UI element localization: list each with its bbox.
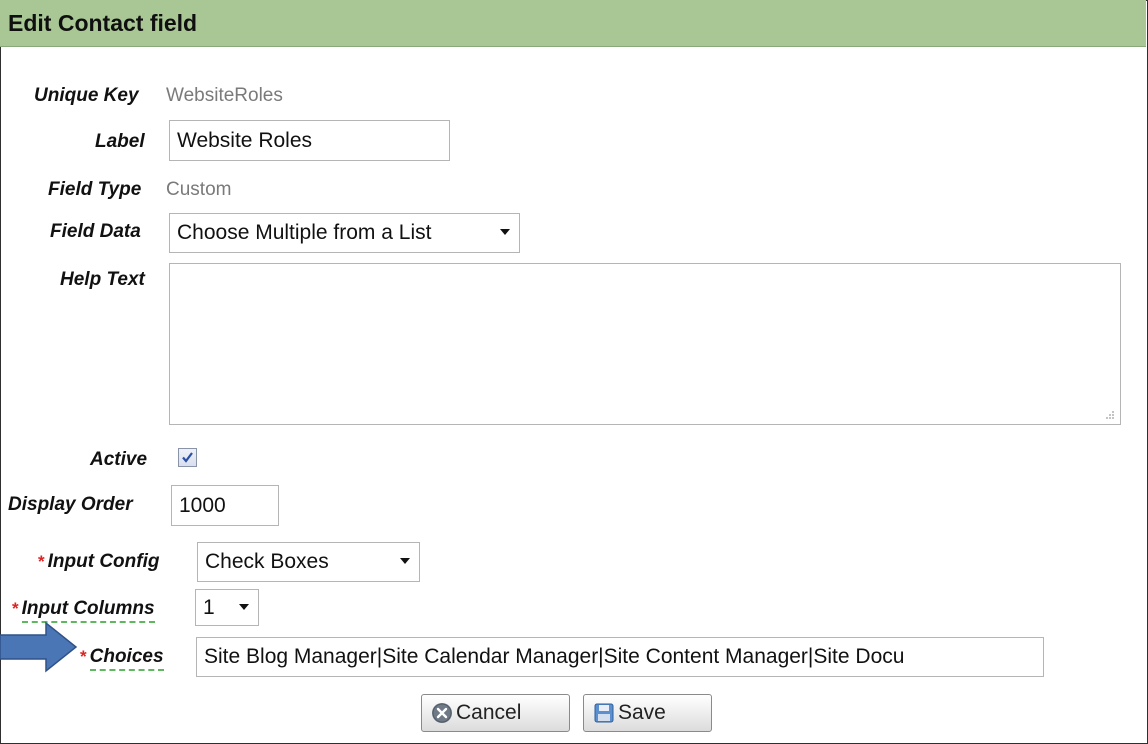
help-text-label: Help Text xyxy=(60,269,145,290)
required-marker: * xyxy=(80,647,87,666)
cancel-button[interactable]: Cancel xyxy=(421,694,570,732)
arrow-right-icon xyxy=(0,621,78,673)
choices-label: * Choices xyxy=(80,646,164,671)
field-data-select[interactable]: Choose Multiple from a List xyxy=(169,213,520,253)
field-data-selected-value: Choose Multiple from a List xyxy=(177,221,432,244)
unique-key-label: Unique Key xyxy=(34,85,139,106)
field-type-label: Field Type xyxy=(48,179,142,200)
label-field-label: Label xyxy=(95,131,145,152)
floppy-disk-icon xyxy=(594,703,614,723)
required-marker: * xyxy=(12,599,19,618)
field-type-value: Custom xyxy=(166,179,232,200)
chevron-down-icon xyxy=(239,604,249,610)
chevron-down-icon xyxy=(400,558,410,564)
checkmark-icon xyxy=(182,452,193,463)
active-checkbox[interactable] xyxy=(178,448,197,467)
input-config-select[interactable]: Check Boxes xyxy=(197,542,420,582)
cancel-button-label: Cancel xyxy=(456,701,522,724)
display-order-input[interactable]: 1000 xyxy=(171,485,279,526)
panel-title: Edit Contact field xyxy=(8,10,198,36)
input-columns-select[interactable]: 1 xyxy=(195,589,259,626)
input-config-selected-value: Check Boxes xyxy=(205,550,329,573)
input-config-label: * Input Config xyxy=(38,551,160,572)
chevron-down-icon xyxy=(500,229,510,235)
unique-key-value: WebsiteRoles xyxy=(166,85,283,106)
save-button-label: Save xyxy=(618,701,666,724)
input-columns-label: * Input Columns xyxy=(12,598,155,623)
help-text-textarea[interactable] xyxy=(169,263,1121,425)
label-input[interactable]: Website Roles xyxy=(169,120,450,161)
input-columns-selected-value: 1 xyxy=(203,596,215,619)
resize-grip-icon[interactable] xyxy=(1105,410,1115,420)
choices-input[interactable]: Site Blog Manager|Site Calendar Manager|… xyxy=(196,637,1044,677)
display-order-label: Display Order xyxy=(8,494,133,515)
panel-header: Edit Contact field xyxy=(0,0,1146,47)
active-label: Active xyxy=(90,449,148,470)
save-button[interactable]: Save xyxy=(583,694,712,732)
cancel-x-icon xyxy=(432,703,452,723)
field-data-label: Field Data xyxy=(50,221,141,242)
required-marker: * xyxy=(38,552,45,571)
